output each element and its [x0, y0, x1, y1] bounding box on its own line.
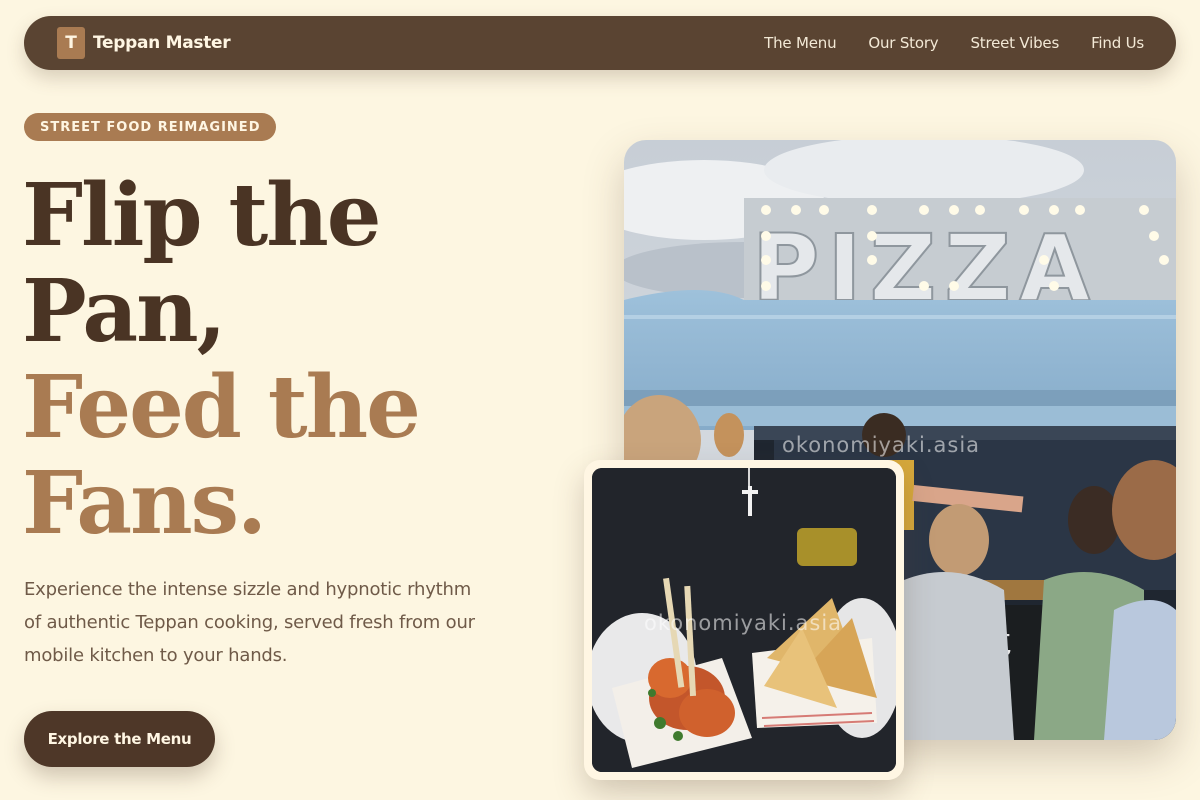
nav-link-find-us[interactable]: Find Us [1091, 34, 1144, 52]
truck-watermark: okonomiyaki.asia [782, 433, 980, 457]
food-photo: okonomiyaki.asia [592, 468, 896, 772]
nav-link-our-story[interactable]: Our Story [868, 34, 938, 52]
nav-link-street-vibes[interactable]: Street Vibes [970, 34, 1059, 52]
top-navigation-bar: T Teppan Master The Menu Our Story Stree… [24, 16, 1176, 70]
hero-description: Experience the intense sizzle and hypnot… [24, 579, 475, 666]
nav-link-the-menu[interactable]: The Menu [764, 34, 836, 52]
explore-menu-button[interactable]: Explore the Menu [24, 711, 215, 767]
brand-logo-mark: T [57, 27, 85, 59]
food-photo-card: okonomiyaki.asia [584, 460, 904, 780]
hero-headline: Flip the Pan, Feed the Fans. [22, 165, 421, 554]
headline-line-4: Fans. [22, 453, 267, 554]
brand-logo[interactable]: T Teppan Master [57, 27, 231, 59]
nav-links: The Menu Our Story Street Vibes Find Us [764, 34, 1144, 52]
brand-name: Teppan Master [93, 33, 231, 53]
hero-badge: STREET FOOD REIMAGINED [24, 113, 277, 141]
food-watermark: okonomiyaki.asia [644, 611, 842, 635]
headline-line-2: Pan, [22, 261, 227, 362]
headline-line-3: Feed the [22, 357, 421, 458]
headline-line-1: Flip the [22, 165, 381, 266]
